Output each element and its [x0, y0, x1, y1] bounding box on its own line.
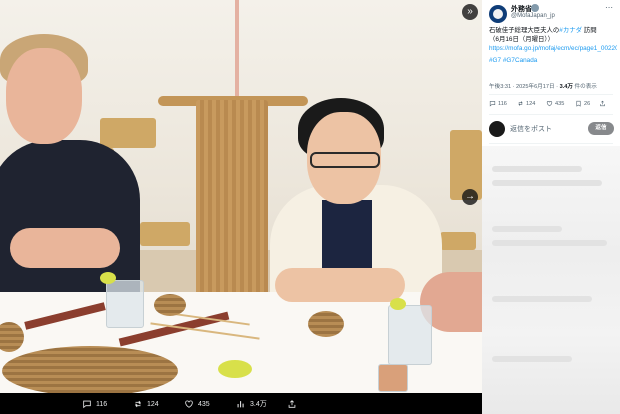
- repost-icon: [518, 101, 523, 106]
- heart-icon: [185, 400, 193, 408]
- tweet-stats: 116 124 435 26: [489, 100, 615, 110]
- tweet-text-date: （6月16日（月曜日））: [489, 36, 554, 43]
- hashtag-g7canada[interactable]: #G7Canada: [503, 57, 537, 64]
- photo-person-right-hands: [275, 268, 405, 302]
- next-image-icon[interactable]: →: [462, 189, 478, 205]
- tweet-timestamp[interactable]: 午後3:31 · 2025年6月17日 ·: [489, 84, 560, 90]
- tweet-view-label: 件の表示: [572, 84, 597, 90]
- reply-button[interactable]: 返信: [588, 122, 614, 135]
- repost-icon: [135, 400, 141, 408]
- like-stat-count: 435: [555, 100, 565, 107]
- share-icon: [600, 100, 605, 107]
- photo-person-left-face: [6, 48, 82, 144]
- reply-stat[interactable]: 116: [489, 100, 507, 107]
- tweet-link[interactable]: https://mofa.go.jp/mofaj/ecm/ec/page1_00…: [489, 44, 617, 53]
- tweet-meta: 午後3:31 · 2025年6月17日 · 3.4万 件の表示: [489, 82, 597, 90]
- reply-count: 116: [96, 400, 108, 408]
- repost-count: 124: [147, 400, 159, 408]
- repost-stat[interactable]: 124: [517, 100, 535, 107]
- current-user-avatar[interactable]: [489, 121, 505, 137]
- blurred-line: [492, 240, 607, 246]
- bookmark-stat[interactable]: 26: [575, 100, 590, 107]
- photo-glasses: [310, 152, 380, 168]
- photo-table-pillar: [196, 100, 268, 310]
- tweet-view-count: 3.4万: [559, 84, 573, 90]
- bookmark-icon: [576, 100, 581, 107]
- reply-input[interactable]: 返信をポスト: [510, 124, 552, 134]
- reply-icon: [489, 101, 496, 107]
- share-stat[interactable]: [599, 100, 606, 107]
- bookmark-stat-count: 26: [584, 100, 591, 107]
- photo-basket: [308, 311, 344, 337]
- blurred-replies-area: [482, 146, 620, 414]
- photo-person-left-arms: [10, 228, 120, 268]
- share-icon: [288, 400, 296, 408]
- photo-pole: [235, 0, 239, 100]
- media-action-bar: 116 124 435 3.4万: [0, 393, 482, 414]
- like-action[interactable]: 435: [184, 397, 210, 411]
- verified-badge-icon: [531, 4, 539, 12]
- bar-chart-icon: [237, 401, 244, 408]
- author-avatar[interactable]: [489, 5, 507, 23]
- photo-basket: [154, 294, 186, 316]
- hashtag-g7[interactable]: #G7: [489, 57, 501, 64]
- tweet-text-prefix: 石破佳子総理大臣夫人の: [489, 27, 560, 34]
- views-count: 3.4万: [250, 401, 267, 408]
- repost-stat-count: 124: [526, 100, 536, 107]
- reply-action[interactable]: 116: [82, 397, 107, 411]
- author-handle[interactable]: @MofaJapan_jp: [511, 13, 555, 19]
- reply-icon: [83, 400, 91, 409]
- hashtag-canada[interactable]: #カナダ: [559, 27, 582, 34]
- reply-stat-count: 116: [498, 100, 507, 107]
- expand-icon[interactable]: »: [462, 4, 478, 20]
- blurred-line: [492, 166, 582, 172]
- blurred-line: [492, 356, 572, 362]
- divider: [489, 143, 613, 144]
- like-count: 435: [198, 400, 210, 408]
- blurred-line: [492, 180, 602, 186]
- heart-icon: [546, 101, 553, 107]
- share-action[interactable]: [287, 397, 301, 411]
- photo-cup: [378, 364, 408, 392]
- tweet-photo: [0, 0, 482, 393]
- photo-lemon: [100, 272, 116, 284]
- photo-glass: [106, 280, 144, 328]
- tweet-text: 石破佳子総理大臣夫人の#カナダ 訪問 （6月16日（月曜日）） https://…: [489, 26, 617, 65]
- blurred-line: [492, 296, 592, 302]
- media-viewer: » → 116 124 435 3.4万: [0, 0, 482, 414]
- views-action[interactable]: 3.4万: [236, 397, 267, 411]
- divider: [489, 114, 613, 115]
- photo-chair: [440, 232, 476, 250]
- more-options-icon[interactable]: ⋯: [605, 3, 613, 12]
- photo-basket-large: [2, 346, 178, 393]
- repost-action[interactable]: 124: [133, 397, 159, 411]
- photo-chair: [140, 222, 190, 246]
- blurred-line: [492, 226, 562, 232]
- tweet-text-suffix: 訪問: [582, 27, 597, 34]
- photo-chair: [100, 118, 156, 148]
- photo-lemon: [390, 298, 406, 310]
- tweet-detail-panel: 外務省 @MofaJapan_jp ⋯ 石破佳子総理大臣夫人の#カナダ 訪問 （…: [482, 0, 620, 414]
- divider: [489, 94, 613, 95]
- like-stat[interactable]: 435: [546, 100, 564, 107]
- photo-lemon: [218, 360, 252, 378]
- photo-glass: [388, 305, 432, 365]
